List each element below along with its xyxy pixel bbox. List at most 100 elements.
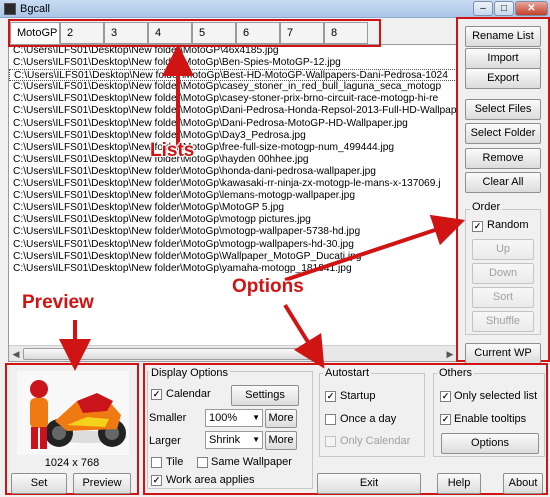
- larger-label: Larger: [149, 435, 181, 447]
- import-button[interactable]: Import: [465, 48, 541, 69]
- work-area-label: Work area applies: [166, 474, 255, 486]
- options-annotation: Options: [232, 276, 304, 297]
- startup-checkbox[interactable]: [325, 391, 336, 402]
- export-button[interactable]: Export: [465, 68, 541, 89]
- options-button[interactable]: Options: [441, 433, 539, 454]
- tab-motogp[interactable]: MotoGP: [10, 22, 60, 44]
- list-item[interactable]: C:\Users\ILFS01\Desktop\New folder\MotoG…: [9, 226, 457, 238]
- only-selected-list-label: Only selected list: [454, 390, 538, 402]
- list-item[interactable]: C:\Users\ILFS01\Desktop\New folder\MotoG…: [9, 263, 457, 275]
- smaller-select-value: 100%: [209, 412, 238, 424]
- tile-label: Tile: [166, 456, 184, 468]
- list-item[interactable]: C:\Users\ILFS01\Desktop\New folder\MotoG…: [9, 105, 457, 117]
- tab-8[interactable]: 8: [324, 22, 368, 44]
- enable-tooltips-checkbox[interactable]: [440, 414, 451, 425]
- close-button[interactable]: ✕: [515, 1, 548, 16]
- exit-button[interactable]: Exit: [317, 473, 421, 494]
- shuffle-button[interactable]: Shuffle: [472, 311, 534, 332]
- remove-button[interactable]: Remove: [465, 148, 541, 169]
- work-area-checkbox[interactable]: [151, 475, 162, 486]
- app-icon: [4, 3, 16, 15]
- once-a-day-label: Once a day: [340, 413, 397, 425]
- options-panel: Display Options Calendar Settings Smalle…: [143, 363, 548, 495]
- select-files-button[interactable]: Select Files: [465, 99, 541, 120]
- help-button[interactable]: Help: [437, 473, 481, 494]
- up-button[interactable]: Up: [472, 239, 534, 260]
- startup-label: Startup: [340, 390, 376, 402]
- tile-checkbox[interactable]: [151, 457, 162, 468]
- enable-tooltips-label: Enable tooltips: [454, 413, 527, 425]
- app-window: Bgcall – □ ✕ MotoGP 2 3 4 5 6 7 8 C:\Use…: [0, 0, 550, 497]
- about-button[interactable]: About: [503, 473, 543, 494]
- autostart-heading: Autostart: [323, 367, 372, 379]
- tab-4[interactable]: 4: [148, 22, 192, 44]
- others-heading: Others: [437, 367, 475, 379]
- tab-3[interactable]: 3: [104, 22, 148, 44]
- list-item[interactable]: C:\Users\ILFS01\Desktop\New folder\MotoG…: [9, 166, 457, 178]
- random-checkbox[interactable]: [472, 221, 483, 232]
- larger-more-button[interactable]: More: [265, 431, 297, 450]
- set-button[interactable]: Set: [11, 473, 67, 494]
- smaller-more-button[interactable]: More: [265, 409, 297, 428]
- list-item[interactable]: C:\Users\ILFS01\Desktop\New folder\MotoG…: [9, 57, 457, 69]
- chevron-down-icon: ▼: [252, 413, 260, 422]
- current-wp-button[interactable]: Current WP: [465, 343, 541, 364]
- sort-button[interactable]: Sort: [472, 287, 534, 308]
- settings-button[interactable]: Settings: [231, 385, 299, 406]
- list-item[interactable]: C:\Users\ILFS01\Desktop\New folder\MotoG…: [9, 81, 457, 93]
- list-item[interactable]: C:\Users\ILFS01\Desktop\New folder\MotoG…: [9, 118, 457, 130]
- list-item[interactable]: C:\Users\ILFS01\Desktop\New folder\MotoG…: [9, 251, 457, 263]
- order-label: Order: [470, 201, 503, 213]
- larger-select-value: Shrink: [209, 434, 241, 446]
- only-selected-list-checkbox[interactable]: [440, 391, 451, 402]
- random-label: Random: [487, 219, 529, 231]
- list-item[interactable]: C:\Users\ILFS01\Desktop\New folder\MotoG…: [9, 202, 457, 214]
- smaller-label: Smaller: [149, 412, 187, 424]
- list-item[interactable]: C:\Users\ILFS01\Desktop\New folder\MotoG…: [9, 93, 457, 105]
- scroll-right-icon[interactable]: ▶: [444, 348, 456, 360]
- list-item[interactable]: C:\Users\ILFS01\Desktop\New folder\MotoG…: [9, 239, 457, 251]
- title-bar[interactable]: Bgcall – □ ✕: [0, 0, 550, 18]
- same-wallpaper-checkbox[interactable]: [197, 457, 208, 468]
- list-item-selected[interactable]: C:\Users\ILFS01\Desktop\New folder\MotoG…: [9, 69, 457, 82]
- maximize-button[interactable]: □: [494, 1, 514, 16]
- file-list-panel: C:\Users\ILFS01\Desktop\New folder\MotoG…: [8, 44, 458, 362]
- calendar-checkbox[interactable]: [151, 389, 162, 400]
- list-item[interactable]: C:\Users\ILFS01\Desktop\New folder\MotoG…: [9, 142, 457, 154]
- resolution-label: 1024 x 768: [44, 457, 100, 469]
- tab-2[interactable]: 2: [60, 22, 104, 44]
- only-calendar-checkbox[interactable]: [325, 436, 336, 447]
- wallpaper-thumbnail: [17, 371, 129, 455]
- tab-5[interactable]: 5: [192, 22, 236, 44]
- smaller-select[interactable]: 100% ▼: [205, 409, 263, 427]
- list-item[interactable]: C:\Users\ILFS01\Desktop\New folder\MotoG…: [9, 154, 457, 166]
- scroll-left-icon[interactable]: ◀: [10, 348, 22, 360]
- preview-panel: 1024 x 768 Set Preview: [5, 363, 139, 495]
- preview-annotation: Preview: [22, 292, 94, 313]
- display-options-heading: Display Options: [149, 367, 231, 379]
- larger-select[interactable]: Shrink ▼: [205, 431, 263, 449]
- tab-7[interactable]: 7: [280, 22, 324, 44]
- list-item[interactable]: C:\Users\ILFS01\Desktop\New folder\MotoG…: [9, 130, 457, 142]
- tab-6[interactable]: 6: [236, 22, 280, 44]
- clear-all-button[interactable]: Clear All: [465, 172, 541, 193]
- list-item[interactable]: C:\Users\ILFS01\Desktop\New folder\MotoG…: [9, 190, 457, 202]
- down-button[interactable]: Down: [472, 263, 534, 284]
- same-wallpaper-label: Same Wallpaper: [211, 456, 292, 468]
- list-item[interactable]: C:\Users\ILFS01\Desktop\New folder\MotoG…: [9, 178, 457, 190]
- scroll-thumb[interactable]: [23, 348, 313, 360]
- list-item[interactable]: C:\Users\ILFS01\Desktop\New folder\MotoG…: [9, 214, 457, 226]
- select-folder-button[interactable]: Select Folder: [465, 123, 541, 144]
- once-a-day-checkbox[interactable]: [325, 414, 336, 425]
- only-calendar-label: Only Calendar: [340, 435, 411, 447]
- list-actions-panel: Rename List Import Export Select Files S…: [456, 17, 550, 364]
- chevron-down-icon: ▼: [252, 435, 260, 444]
- rename-list-button[interactable]: Rename List: [465, 26, 541, 47]
- horizontal-scrollbar[interactable]: ◀ ▶: [9, 345, 457, 361]
- list-item[interactable]: C:\Users\ILFS01\Desktop\New folder\MotoG…: [9, 45, 457, 57]
- preview-button[interactable]: Preview: [73, 473, 131, 494]
- window-title: Bgcall: [20, 3, 50, 15]
- lists-annotation: Lists: [150, 140, 195, 161]
- minimize-button[interactable]: –: [473, 1, 493, 16]
- calendar-label: Calendar: [166, 388, 211, 400]
